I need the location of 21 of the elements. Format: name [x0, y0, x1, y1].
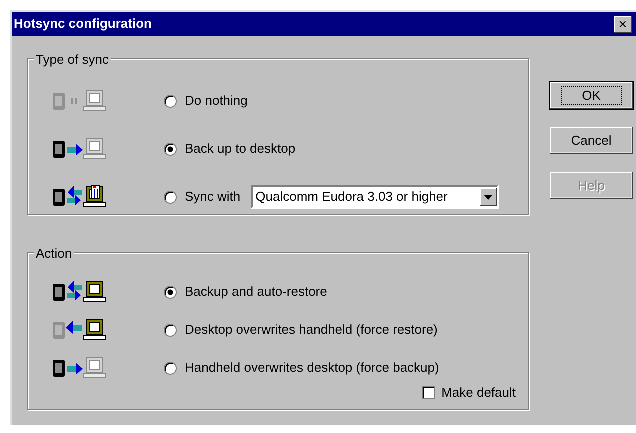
dialog-button[interactable]: OK [550, 82, 633, 109]
window-title: Hotsync configuration [14, 15, 152, 34]
caret-icon [484, 194, 493, 200]
radio-button[interactable] [164, 286, 177, 298]
radio-label[interactable]: Sync with [185, 187, 241, 207]
radio-label[interactable]: Do nothing [185, 91, 248, 111]
dialog-button[interactable]: Cancel [550, 127, 633, 154]
dropdown-arrow-button[interactable] [480, 188, 497, 206]
checkbox-label[interactable]: Make default [442, 383, 516, 402]
radio-button[interactable] [164, 362, 177, 374]
radio-label[interactable]: Desktop overwrites handheld (force restore) [185, 320, 438, 340]
close-button[interactable]: × [614, 16, 632, 32]
radio-button[interactable] [164, 94, 177, 108]
dropdown[interactable]: Qualcomm Eudora 3.03 or higher [250, 185, 499, 209]
radio-button[interactable] [164, 142, 177, 156]
radio-label[interactable]: Backup and auto-restore [185, 282, 328, 302]
radio-button[interactable] [164, 190, 177, 204]
radio-label[interactable]: Back up to desktop [185, 139, 296, 159]
radio-button[interactable] [164, 324, 177, 336]
radio-label[interactable]: Handheld overwrites desktop (force backup) [185, 358, 440, 378]
checkbox[interactable] [422, 386, 435, 400]
